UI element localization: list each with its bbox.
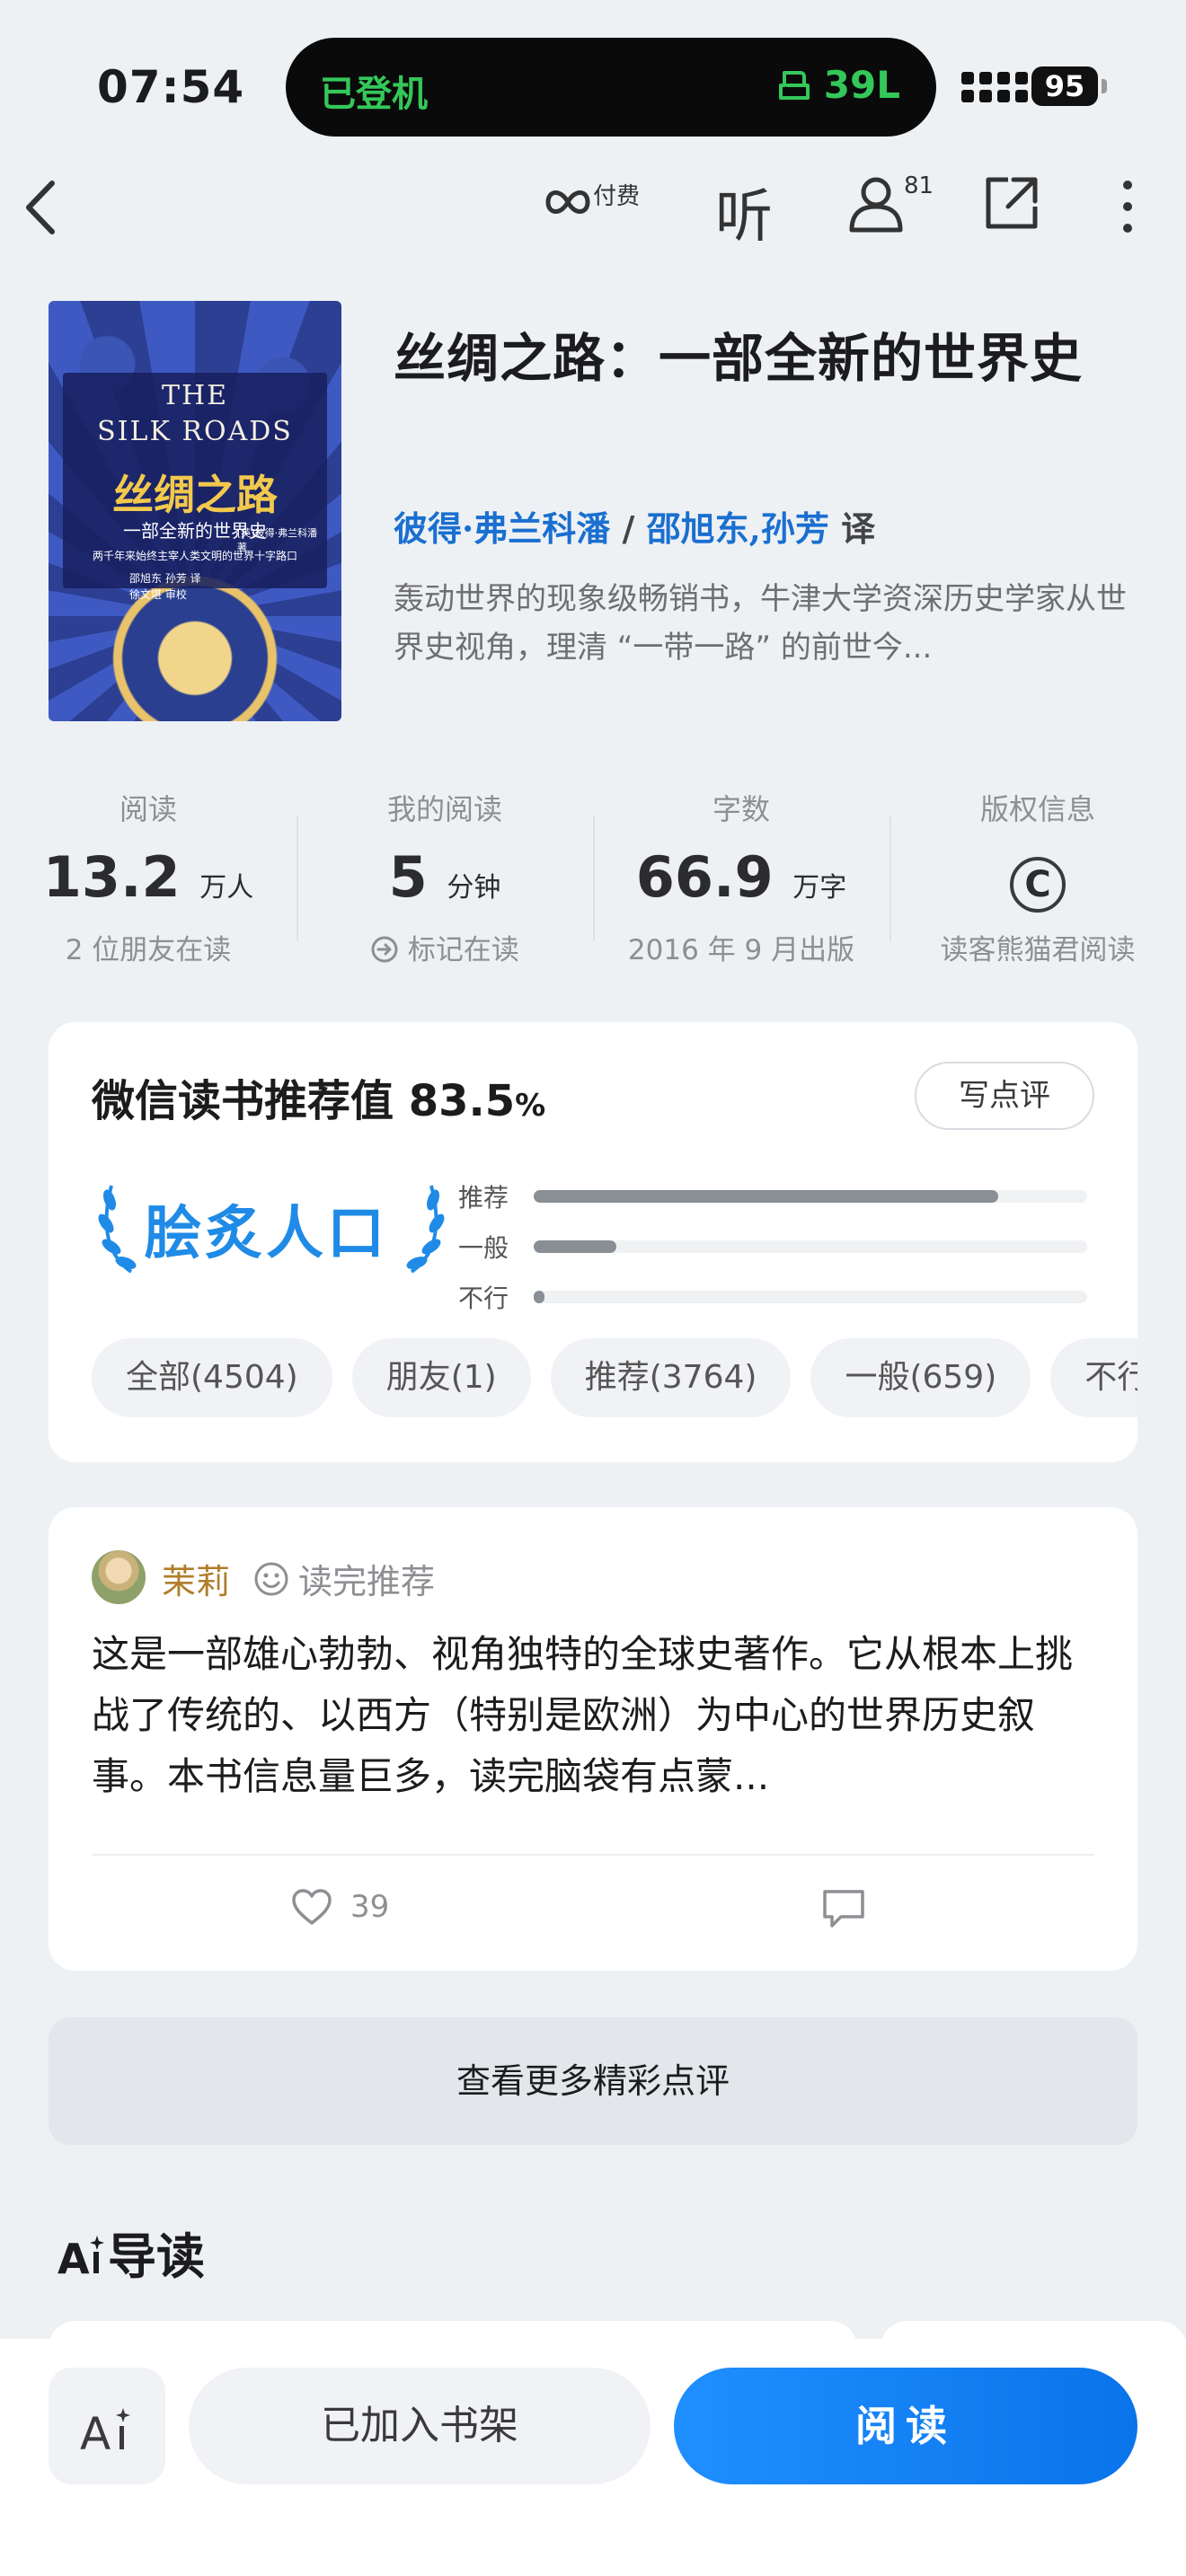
book-cover[interactable]: THE SILK ROADS 丝绸之路 一部全新的世界史 两千年来始终主宰人类文…	[49, 301, 341, 721]
translator-link-1[interactable]: 邵旭东	[647, 508, 749, 549]
stat-value: 66.9 万字	[635, 844, 847, 910]
more-options-icon[interactable]	[1114, 178, 1141, 235]
review-body[interactable]: 这是一部雄心勃勃、视角独特的全球史著作。它从根本上挑战了传统的、以西方（特别是欧…	[92, 1624, 1094, 1807]
avatar[interactable]	[92, 1550, 146, 1604]
added-to-shelf-button[interactable]: 已加入书架	[189, 2368, 651, 2484]
status-bar: 07:54 已登机 39L 95	[0, 0, 1186, 153]
stat-label: 阅读	[119, 792, 177, 826]
filter-chip-all[interactable]: 全部(4504)	[92, 1338, 332, 1417]
ai-guide-title: A 导读	[58, 2228, 205, 2285]
recommend-title: 微信读书推荐值 83.5%	[92, 1076, 546, 1126]
rating-badge: 脍炙人口	[92, 1173, 469, 1281]
bottom-action-bar: A 已加入书架 阅读	[0, 2339, 1186, 2576]
paid-label: 付费	[593, 183, 641, 210]
review-filter-chips: 全部(4504) 朋友(1) 推荐(3764) 一般(659) 不行	[92, 1338, 1137, 1419]
back-arrow-icon[interactable]	[18, 176, 63, 239]
dynamic-island[interactable]: 已登机 39L	[286, 38, 936, 137]
seat-number: 39L	[823, 63, 900, 107]
more-reviews-button[interactable]: 查看更多精彩点评	[49, 2017, 1137, 2145]
read-button[interactable]: 阅读	[674, 2368, 1137, 2484]
stat-readers[interactable]: 阅读 13.2 万人 2 位朋友在读	[0, 772, 296, 970]
cellular-signal-icon	[961, 72, 1028, 102]
filter-chip-friends[interactable]: 朋友(1)	[351, 1338, 531, 1417]
bar-fill	[534, 1240, 617, 1253]
top-nav: 付费 听 81	[0, 153, 1186, 260]
filter-chip-poor[interactable]: 不行	[1050, 1338, 1137, 1417]
cover-translators: 邵旭东 孙芳 译	[129, 572, 201, 585]
stat-my-reading[interactable]: 我的阅读 5 分钟 标记在读	[296, 772, 593, 970]
stat-sub: 2016 年 9 月出版	[627, 934, 855, 966]
book-blurb[interactable]: 轰动世界的现象级畅销书，牛津大学资深历史学家从世界史视角，理清 “一带一路” 的…	[394, 575, 1146, 672]
author-separator: /	[610, 508, 647, 549]
stat-value: 5 分钟	[388, 844, 501, 910]
laurel-left-icon	[98, 1185, 137, 1274]
like-count: 39	[350, 1889, 390, 1925]
like-button[interactable]: 39	[291, 1888, 389, 1926]
cover-reviewer: 徐文堪 审校	[129, 588, 187, 601]
recommend-value: 83.5	[408, 1076, 516, 1126]
ai-assistant-button[interactable]: A	[49, 2368, 165, 2484]
filter-chip-recommend[interactable]: 推荐(3764)	[550, 1338, 792, 1417]
author-link[interactable]: 彼得·弗兰科潘	[394, 508, 610, 549]
translator-comma: ,	[748, 508, 761, 549]
review-card[interactable]: 茉莉 读完推荐 这是一部雄心勃勃、视角独特的全球史著作。它从根本上挑战了传统的、…	[49, 1507, 1137, 1971]
flight-status: 已登机	[320, 74, 428, 115]
rating-bar-recommend: 推荐	[458, 1171, 1087, 1222]
infinite-card-icon[interactable]	[543, 180, 593, 225]
stat-value: 13.2 万人	[42, 844, 254, 910]
status-time: 07:54	[97, 61, 245, 113]
svg-text:A: A	[80, 2408, 111, 2458]
mark-reading-icon	[371, 936, 398, 963]
bar-fill	[534, 1190, 999, 1203]
copyright-icon: C	[1010, 857, 1066, 913]
smile-icon	[254, 1562, 288, 1595]
cover-author: [英]彼得·弗兰科潘 著	[237, 527, 318, 553]
reader-count: 81	[904, 172, 934, 199]
ai-icon: A	[80, 2407, 130, 2460]
bar-fill	[534, 1291, 545, 1303]
ai-sparkle-icon: A	[58, 2235, 104, 2283]
svg-text:A: A	[58, 2235, 90, 2280]
seat-indicator: 39L	[777, 63, 900, 107]
book-stats: 阅读 13.2 万人 2 位朋友在读 我的阅读 5 分钟 标记在读 字数 66.…	[0, 772, 1186, 970]
book-title: 丝绸之路：一部全新的世界史	[394, 328, 1084, 389]
stat-sub: 标记在读	[296, 927, 593, 967]
share-icon[interactable]	[983, 174, 1040, 232]
rating-bar-average: 一般	[458, 1222, 1087, 1272]
battery-icon: 95	[1031, 66, 1098, 106]
listen-button[interactable]: 听	[715, 171, 773, 253]
stat-sub: 2 位朋友在读	[65, 934, 232, 966]
battery-tip	[1102, 79, 1107, 93]
cover-title-cn: 丝绸之路	[112, 471, 278, 519]
filter-chip-average[interactable]: 一般(659)	[810, 1338, 1031, 1417]
translator-link-2[interactable]: 孙芳	[761, 508, 829, 549]
stat-word-count[interactable]: 字数 66.9 万字 2016 年 9 月出版	[593, 772, 890, 970]
reviewer-name[interactable]: 茉莉	[162, 1554, 230, 1603]
heart-icon	[292, 1889, 332, 1925]
stat-label: 版权信息	[979, 792, 1095, 826]
review-tag: 读完推荐	[253, 1554, 435, 1603]
stat-sub: 读客熊猫君阅读	[940, 934, 1136, 966]
seat-icon	[778, 70, 810, 100]
stat-value: C	[890, 844, 1186, 914]
translator-suffix: 译	[828, 508, 876, 549]
rating-bar-poor: 不行	[458, 1272, 1087, 1322]
write-review-button[interactable]: 写点评	[915, 1062, 1094, 1130]
rating-bars: 推荐 一般 不行	[458, 1171, 1087, 1322]
cover-title-en-line1: THE	[161, 380, 229, 411]
rating-badge-text: 脍炙人口	[144, 1200, 388, 1267]
readers-icon[interactable]	[845, 172, 907, 235]
stat-label: 我的阅读	[386, 792, 502, 826]
laurel-right-icon	[406, 1185, 445, 1274]
comment-icon[interactable]	[821, 1888, 866, 1929]
stat-label: 字数	[712, 792, 770, 826]
recommend-card: 微信读书推荐值 83.5% 写点评 脍炙人口 推荐 一般 不行 全部(4504)…	[49, 1022, 1137, 1462]
cover-title-en-line2: SILK ROADS	[97, 416, 293, 447]
book-authors: 彼得·弗兰科潘 / 邵旭东,孙芳 译	[394, 501, 875, 551]
stat-copyright[interactable]: 版权信息 C 读客熊猫君阅读	[890, 772, 1186, 970]
divider	[92, 1854, 1094, 1856]
